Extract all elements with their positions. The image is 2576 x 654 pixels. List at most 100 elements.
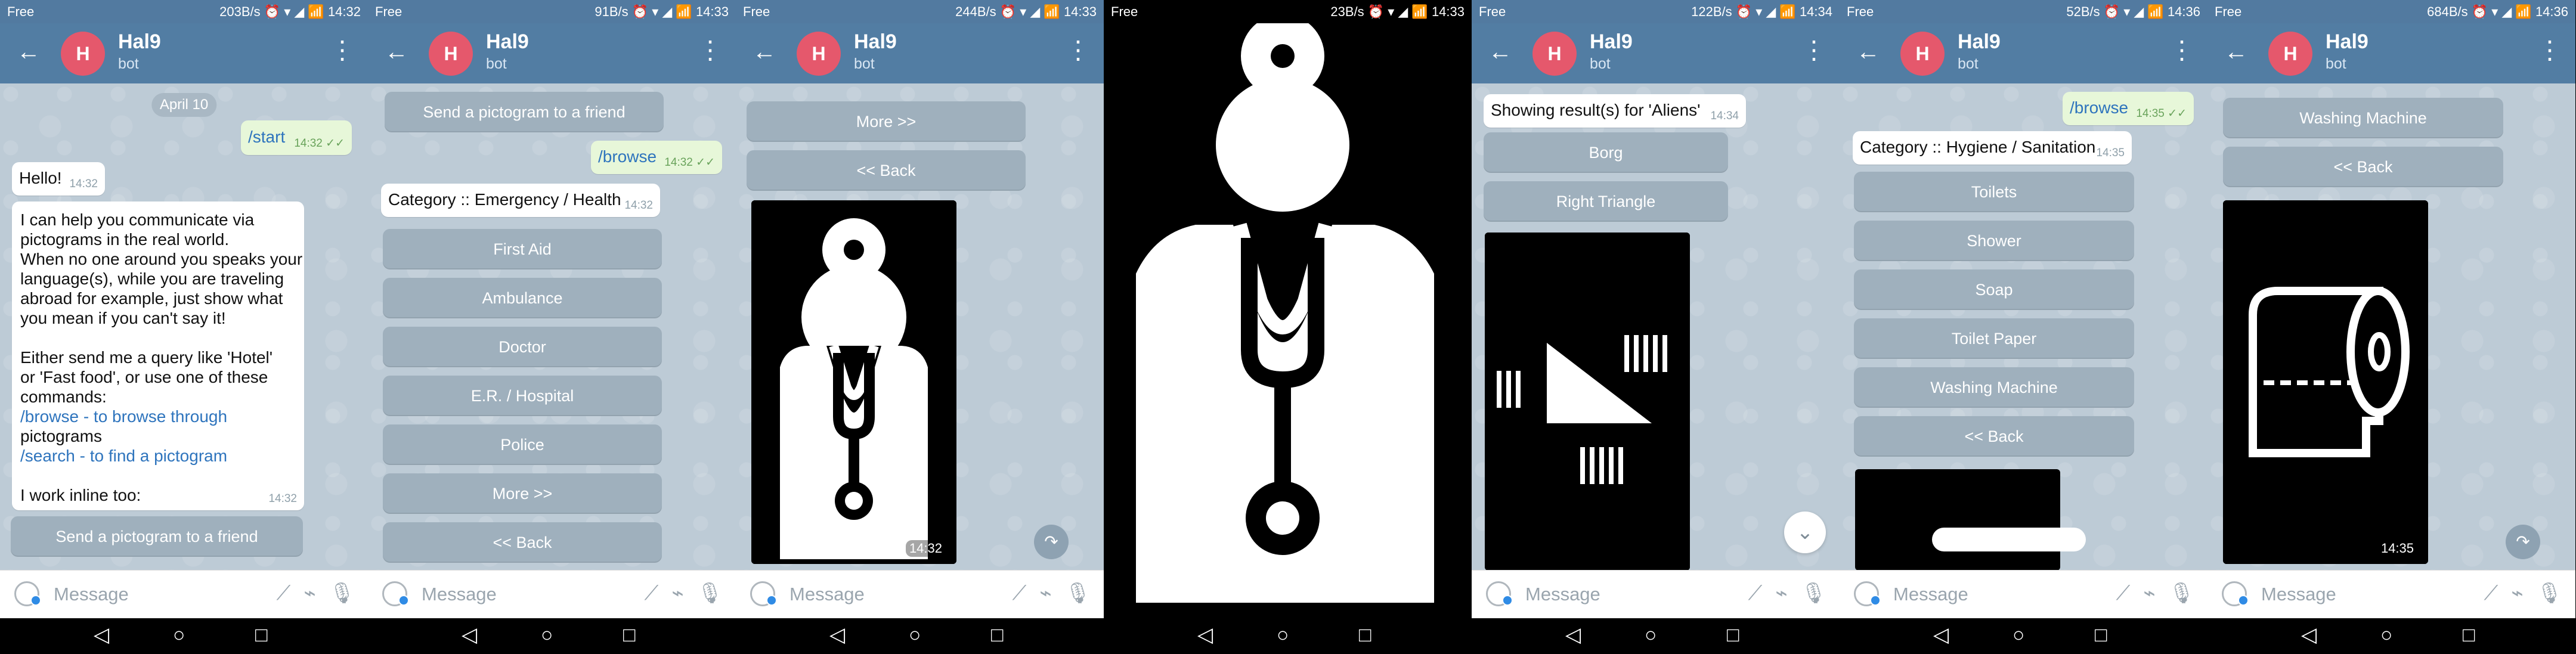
chat-title[interactable]: Hal9 [854,30,897,54]
avatar[interactable]: H [797,32,841,76]
message-list[interactable]: Send a pictogram to a friend /browse 14:… [368,83,736,571]
back-button[interactable]: << Back [747,150,1026,191]
back-button[interactable]: << Back [383,522,662,563]
more-vertical-icon[interactable]: ⋮ [1801,38,1826,63]
share-icon[interactable]: ↷ [1034,525,1069,559]
nav-recents-icon[interactable]: □ [255,625,268,645]
nav-recents-icon[interactable]: □ [1727,625,1739,645]
outgoing-message[interactable]: /browse 14:32 ✓✓ [591,141,722,174]
nav-back-icon[interactable]: ◁ [829,625,845,645]
smile-icon[interactable] [1486,581,1513,606]
nav-back-icon[interactable]: ◁ [94,625,109,645]
nav-back-icon[interactable]: ◁ [1933,625,1949,645]
message-input[interactable]: Message [2261,584,2336,605]
toilet-paper-button[interactable]: Toilet Paper [1854,318,2134,359]
avatar[interactable]: H [1900,32,1945,76]
first-aid-button[interactable]: First Aid [383,229,662,269]
chat-title[interactable]: Hal9 [2326,30,2368,54]
back-arrow-icon[interactable]: ← [385,40,408,64]
attach-icon[interactable]: ⌁ [2143,581,2155,605]
search-results-message[interactable]: Showing result(s) for 'Aliens' 14:34 [1484,94,1746,128]
microphone-icon[interactable]: 🎙 [2537,581,2562,605]
nav-home-icon[interactable]: ○ [541,625,553,645]
message-list[interactable]: Washing Machine << Back 14:35 ↷ [2207,83,2575,571]
browse-command-line[interactable]: /browse - to browse through [20,407,302,426]
nav-recents-icon[interactable]: □ [2095,625,2107,645]
intro-message[interactable]: I can help you communicate via pictogram… [12,202,304,510]
attach-icon[interactable]: ⌁ [1039,581,1051,605]
message-list[interactable]: April 10 /start 14:32 ✓✓ Hello! 14:32 I … [0,83,368,571]
more-button[interactable]: More >> [747,101,1026,142]
back-arrow-icon[interactable]: ← [1856,40,1880,64]
back-button[interactable]: << Back [2223,147,2503,187]
message-input[interactable]: Message [1525,584,1600,605]
toilets-button[interactable]: Toilets [1854,172,2134,212]
category-message[interactable]: Category :: Hygiene / Sanitation 14:35 [1853,131,2132,165]
police-button[interactable]: Police [383,424,662,465]
message-text[interactable]: /browse [598,147,657,166]
nav-back-icon[interactable]: ◁ [2301,625,2317,645]
slash-command-icon[interactable]: ⟋ [1748,582,1763,605]
message-input[interactable]: Message [422,584,497,605]
share-icon[interactable]: ↷ [2506,525,2540,559]
outgoing-message[interactable]: /start 14:32 ✓✓ [241,120,352,155]
chat-title[interactable]: Hal9 [118,30,161,54]
attach-icon[interactable]: ⌁ [1775,581,1787,605]
doctor-button[interactable]: Doctor [383,327,662,367]
slash-command-icon[interactable]: ⟋ [2484,582,2498,605]
partial-image-message[interactable] [1855,469,2060,571]
chat-title[interactable]: Hal9 [1590,30,1633,54]
washing-machine-button[interactable]: Washing Machine [2223,98,2503,138]
nav-back-icon[interactable]: ◁ [1565,625,1581,645]
more-vertical-icon[interactable]: ⋮ [1066,38,1091,63]
send-pictogram-button[interactable]: Send a pictogram to a friend [385,92,664,132]
chat-title[interactable]: Hal9 [1958,30,2001,54]
nav-home-icon[interactable]: ○ [2380,625,2393,645]
slash-command-icon[interactable]: ⟋ [277,582,291,605]
nav-back-icon[interactable]: ◁ [462,625,477,645]
attach-icon[interactable]: ⌁ [2511,581,2523,605]
washing-machine-button[interactable]: Washing Machine [1854,367,2134,408]
nav-recents-icon[interactable]: □ [2463,625,2475,645]
attach-icon[interactable]: ⌁ [304,581,315,605]
avatar[interactable]: H [429,32,473,76]
microphone-icon[interactable]: 🎙 [2169,581,2194,605]
nav-home-icon[interactable]: ○ [1277,625,1289,645]
back-button[interactable]: << Back [1854,416,2134,457]
slash-command-icon[interactable]: ⟋ [645,582,659,605]
right-triangle-button[interactable]: Right Triangle [1484,181,1728,222]
nav-back-icon[interactable]: ◁ [1197,625,1213,645]
nav-home-icon[interactable]: ○ [173,625,185,645]
microphone-icon[interactable]: 🎙 [697,581,723,605]
microphone-icon[interactable]: 🎙 [329,581,355,605]
message-list[interactable]: More >> << Back 14:32 ↷ [736,83,1104,571]
more-vertical-icon[interactable]: ⋮ [2169,38,2194,63]
smile-icon[interactable] [1854,581,1881,606]
scroll-down-icon[interactable]: ⌄ [1784,512,1826,553]
avatar[interactable]: H [2268,32,2312,76]
back-arrow-icon[interactable]: ← [2224,40,2248,64]
message-list[interactable]: Showing result(s) for 'Aliens' 14:34 Bor… [1472,83,1840,571]
nav-home-icon[interactable]: ○ [909,625,921,645]
more-vertical-icon[interactable]: ⋮ [330,38,355,63]
back-arrow-icon[interactable]: ← [753,40,776,64]
back-arrow-icon[interactable]: ← [1488,40,1512,64]
nav-recents-icon[interactable]: □ [1359,625,1371,645]
back-arrow-icon[interactable]: ← [17,40,41,64]
outgoing-message[interactable]: /browse 14:35 ✓✓ [2063,92,2194,125]
more-vertical-icon[interactable]: ⋮ [698,38,723,63]
smile-icon[interactable] [2222,581,2249,606]
search-command-line[interactable]: /search - to find a pictogram [20,446,302,466]
toilet-paper-pictogram-message[interactable]: 14:35 [2223,200,2428,564]
hospital-button[interactable]: E.R. / Hospital [383,376,662,416]
avatar[interactable]: H [1532,32,1577,76]
smile-icon[interactable] [14,581,41,606]
more-vertical-icon[interactable]: ⋮ [2537,38,2562,63]
message-input[interactable]: Message [1893,584,1968,605]
microphone-icon[interactable]: 🎙 [1801,581,1826,605]
smile-icon[interactable] [750,581,777,606]
message-input[interactable]: Message [789,584,865,605]
incoming-message[interactable]: Hello! 14:32 [12,162,105,196]
chat-title[interactable]: Hal9 [486,30,529,54]
send-pictogram-button[interactable]: Send a pictogram to a friend [11,516,303,557]
